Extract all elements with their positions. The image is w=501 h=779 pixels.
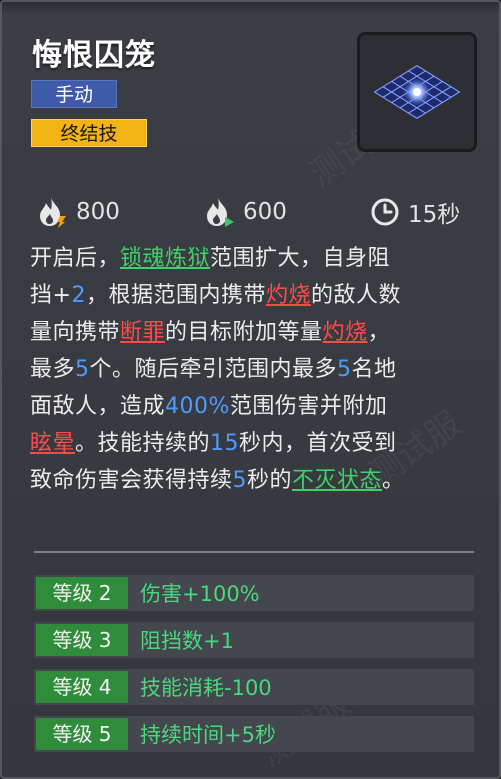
desc-number: 15 — [210, 431, 240, 456]
desc-text: ，根据范围内携带 — [85, 283, 266, 308]
stat-cost: 800 — [38, 192, 120, 232]
desc-text: 。 — [382, 468, 405, 493]
desc-number: 5 — [337, 357, 352, 382]
skill-icon-frame — [357, 32, 477, 152]
level-badge: 等级 4 — [36, 671, 128, 703]
flame-regen-icon — [207, 198, 234, 227]
desc-text: 挡+ — [30, 283, 72, 308]
keyword-link[interactable]: 灼烧 — [266, 283, 311, 308]
desc-text: 最多 — [30, 357, 76, 382]
clock-icon — [371, 198, 399, 226]
level-badge: 等级 2 — [36, 577, 128, 609]
desc-number: 5 — [232, 468, 248, 493]
stat-regen-value: 600 — [243, 199, 287, 225]
desc-line: 眩晕。技能持续的15秒内，首次受到 — [30, 425, 480, 462]
desc-text: 致命伤害会获得持续 — [30, 468, 233, 493]
level-effect: 伤害+100% — [140, 582, 260, 606]
desc-number: 5 — [75, 357, 90, 382]
keyword-link[interactable]: 眩晕 — [30, 431, 75, 456]
manual-tag: 手动 — [31, 80, 117, 108]
desc-line: 量向携带断罪的目标附加等量灼烧， — [30, 314, 480, 351]
desc-text: 开启后， — [30, 246, 121, 271]
desc-line: 最多5个。随后牵引范围内最多5名地 — [30, 351, 480, 388]
keyword-link[interactable]: 断罪 — [120, 320, 165, 345]
grid-cage-icon — [373, 65, 461, 119]
desc-text: 量向携带 — [30, 320, 121, 345]
level-badge: 等级 5 — [36, 718, 128, 750]
keyword-link[interactable]: 不灭状态 — [292, 468, 382, 493]
desc-text: 秒的 — [247, 468, 293, 493]
desc-text: 范围伤害并附加 — [229, 394, 388, 419]
desc-text: 范围扩大，自身阻 — [210, 246, 391, 271]
desc-line: 挡+2，根据范围内携带灼烧的敌人数 — [30, 277, 480, 314]
skill-title: 悔恨囚笼 — [32, 38, 156, 73]
desc-text: 名地 — [351, 357, 397, 382]
panel-top-edge — [2, 2, 499, 14]
level-effect: 阻挡数+1 — [140, 629, 234, 653]
desc-text: ， — [367, 320, 391, 345]
skill-description: 开启后，锁魂炼狱范围扩大，自身阻 挡+2，根据范围内携带灼烧的敌人数 量向携带断… — [30, 240, 480, 499]
level-badge: 等级 3 — [36, 624, 128, 656]
skill-tooltip-panel: 测试服 测试服 测试服 悔恨囚笼 手动 终结技 — [0, 0, 501, 779]
section-divider — [34, 551, 474, 553]
desc-number: 400% — [165, 394, 230, 419]
stat-cost-value: 800 — [76, 199, 120, 225]
level-upgrade-row: 等级 2 伤害+100% — [34, 575, 474, 611]
level-effect: 技能消耗-100 — [140, 676, 272, 700]
desc-number: 2 — [71, 283, 86, 308]
desc-line: 致命伤害会获得持续5秒的不灭状态。 — [30, 462, 480, 499]
ultimate-tag: 终结技 — [31, 119, 147, 147]
desc-text: 秒内，首次受到 — [239, 431, 397, 456]
flame-cost-icon — [40, 198, 66, 228]
desc-text: 的目标附加等量 — [165, 320, 323, 345]
desc-text: 个。随后牵引范围内最多 — [89, 357, 338, 382]
stat-duration-value: 15秒 — [408, 202, 461, 228]
level-effect: 持续时间+5秒 — [140, 723, 276, 747]
keyword-link[interactable]: 灼烧 — [323, 320, 368, 345]
desc-text: 的敌人数 — [310, 283, 401, 308]
stat-regen: 600 — [205, 192, 287, 232]
skill-stats-row: 800 600 15秒 — [2, 192, 499, 232]
desc-line: 开启后，锁魂炼狱范围扩大，自身阻 — [30, 240, 480, 277]
desc-text: 。技能持续的 — [75, 431, 211, 456]
stat-duration: 15秒 — [370, 192, 460, 232]
keyword-link[interactable]: 锁魂炼狱 — [120, 246, 210, 271]
level-upgrade-row: 等级 3 阻挡数+1 — [34, 622, 474, 658]
desc-line: 面敌人，造成400%范围伤害并附加 — [30, 388, 480, 425]
level-upgrade-row: 等级 4 技能消耗-100 — [34, 669, 474, 705]
desc-text: 面敌人，造成 — [30, 394, 166, 419]
level-upgrade-row: 等级 5 持续时间+5秒 — [34, 716, 474, 752]
